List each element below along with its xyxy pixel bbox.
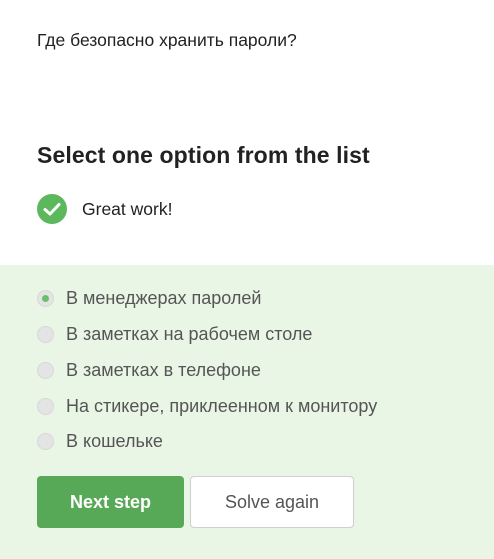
feedback-message: Great work! <box>37 194 172 224</box>
option-label: В кошельке <box>66 430 163 451</box>
checkmark-circle-icon <box>37 194 67 224</box>
option-desktop-notes[interactable]: В заметках на рабочем столе <box>37 322 312 346</box>
solve-again-button[interactable]: Solve again <box>190 476 354 528</box>
radio-button-selected[interactable] <box>37 289 54 307</box>
radio-button[interactable] <box>37 397 54 415</box>
radio-dot <box>42 294 49 302</box>
option-password-managers[interactable]: В менеджерах паролей <box>37 286 261 310</box>
radio-button[interactable] <box>37 361 54 379</box>
next-step-button[interactable]: Next step <box>37 476 184 528</box>
option-label: В менеджерах паролей <box>66 287 262 308</box>
feedback-text: Great work! <box>82 198 173 219</box>
option-label: В заметках на рабочем столе <box>66 323 313 344</box>
instruction-heading: Select one option from the list <box>37 142 370 168</box>
option-label: В заметках в телефоне <box>66 359 261 380</box>
option-phone-notes[interactable]: В заметках в телефоне <box>37 358 261 382</box>
radio-button[interactable] <box>37 325 54 343</box>
option-label: На стикере, приклеенном к монитору <box>66 395 378 416</box>
question-text: Где безопасно хранить пароли? <box>37 30 297 50</box>
radio-button[interactable] <box>37 432 54 450</box>
option-monitor-sticker[interactable]: На стикере, приклеенном к монитору <box>37 394 377 418</box>
option-wallet[interactable]: В кошельке <box>37 429 163 453</box>
